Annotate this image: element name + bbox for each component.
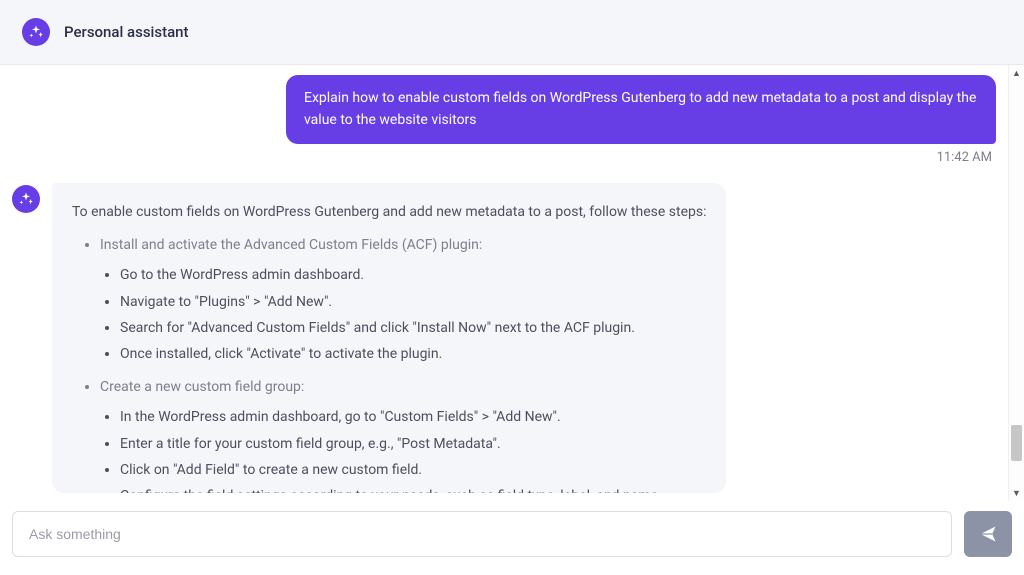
message-timestamp: 11:42 AM [937, 150, 992, 165]
scroll-down-arrow-icon[interactable]: ▼ [1009, 485, 1024, 501]
assistant-intro: To enable custom fields on WordPress Gut… [72, 201, 706, 223]
header: Personal assistant [0, 0, 1024, 65]
send-button[interactable] [964, 511, 1012, 557]
user-message-bubble: Explain how to enable custom fields on W… [286, 75, 996, 144]
step-item: Install and activate the Advanced Custom… [100, 234, 706, 366]
step-sublist: Go to the WordPress admin dashboard. Nav… [100, 264, 706, 366]
messages-container: Explain how to enable custom fields on W… [0, 65, 1008, 501]
sparkle-icon [28, 24, 44, 40]
page-title: Personal assistant [64, 23, 189, 41]
sub-item: In the WordPress admin dashboard, go to … [120, 406, 706, 428]
assistant-message-row: To enable custom fields on WordPress Gut… [12, 183, 996, 493]
assistant-steps-list: Install and activate the Advanced Custom… [72, 234, 706, 494]
chat-area: Explain how to enable custom fields on W… [0, 65, 1024, 501]
sub-item: Navigate to "Plugins" > "Add New". [120, 291, 706, 313]
scroll-thumb[interactable] [1011, 425, 1022, 461]
scroll-up-arrow-icon[interactable]: ▲ [1009, 65, 1024, 81]
assistant-avatar-icon [12, 185, 40, 213]
message-input[interactable] [12, 511, 952, 557]
sub-item: Once installed, click "Activate" to acti… [120, 343, 706, 365]
sparkle-icon [18, 191, 34, 207]
step-title: Install and activate the Advanced Custom… [100, 237, 482, 253]
assistant-avatar-icon [22, 18, 50, 46]
step-item: Create a new custom field group: In the … [100, 376, 706, 494]
send-icon [978, 524, 998, 544]
step-sublist: In the WordPress admin dashboard, go to … [100, 406, 706, 493]
step-title: Create a new custom field group: [100, 379, 304, 395]
sub-item: Search for "Advanced Custom Fields" and … [120, 317, 706, 339]
user-message-row: Explain how to enable custom fields on W… [12, 75, 996, 144]
sub-item: Configure the field settings according t… [120, 485, 706, 493]
assistant-message-bubble: To enable custom fields on WordPress Gut… [52, 183, 726, 493]
sub-item: Click on "Add Field" to create a new cus… [120, 459, 706, 481]
timestamp-row: 11:42 AM [12, 150, 996, 165]
sub-item: Enter a title for your custom field grou… [120, 433, 706, 455]
scrollbar[interactable]: ▲ ▼ [1008, 65, 1024, 501]
sub-item: Go to the WordPress admin dashboard. [120, 264, 706, 286]
composer [0, 501, 1024, 575]
